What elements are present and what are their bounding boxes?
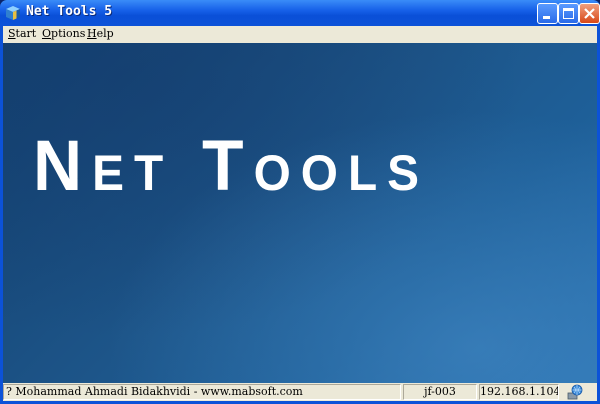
title-bar[interactable]: Net Tools 5	[0, 0, 600, 26]
app-cube-icon	[6, 6, 20, 20]
window-title: Net Tools 5	[26, 4, 113, 19]
minimize-button[interactable]	[537, 3, 558, 24]
menu-bar: Start Options Help	[3, 26, 597, 43]
minimize-icon	[543, 16, 550, 19]
splash-logo: Net Tools	[33, 125, 429, 205]
close-icon	[584, 8, 595, 19]
status-ip-address: 192.168.1.104	[479, 384, 559, 400]
status-network-panel[interactable]	[561, 384, 597, 400]
maximize-button[interactable]	[558, 3, 579, 24]
menu-start[interactable]: Start	[8, 27, 36, 40]
menu-help-rest: elp	[96, 27, 114, 40]
menu-options-rest: ptions	[51, 27, 86, 40]
menu-help-accel: H	[87, 27, 97, 40]
app-window: Net Tools 5 Start Options Help Net Tools	[0, 0, 600, 404]
menu-options[interactable]: Options	[42, 27, 85, 40]
menu-start-accel: S	[8, 27, 16, 40]
menu-help[interactable]: Help	[87, 27, 114, 40]
close-button[interactable]	[579, 3, 600, 24]
splash-area: Net Tools	[3, 43, 597, 383]
network-globe-icon	[567, 384, 583, 400]
splash-logo-text: Net Tools	[33, 125, 429, 205]
menu-options-accel: O	[42, 27, 52, 40]
status-hostname: jf-003	[403, 384, 477, 400]
status-copyright: ? Mohammad Ahmadi Bidakhvidi - www.mabso…	[3, 384, 401, 400]
status-bar: ? Mohammad Ahmadi Bidakhvidi - www.mabso…	[3, 383, 597, 401]
maximize-icon	[563, 8, 574, 19]
menu-start-rest: tart	[15, 27, 37, 40]
